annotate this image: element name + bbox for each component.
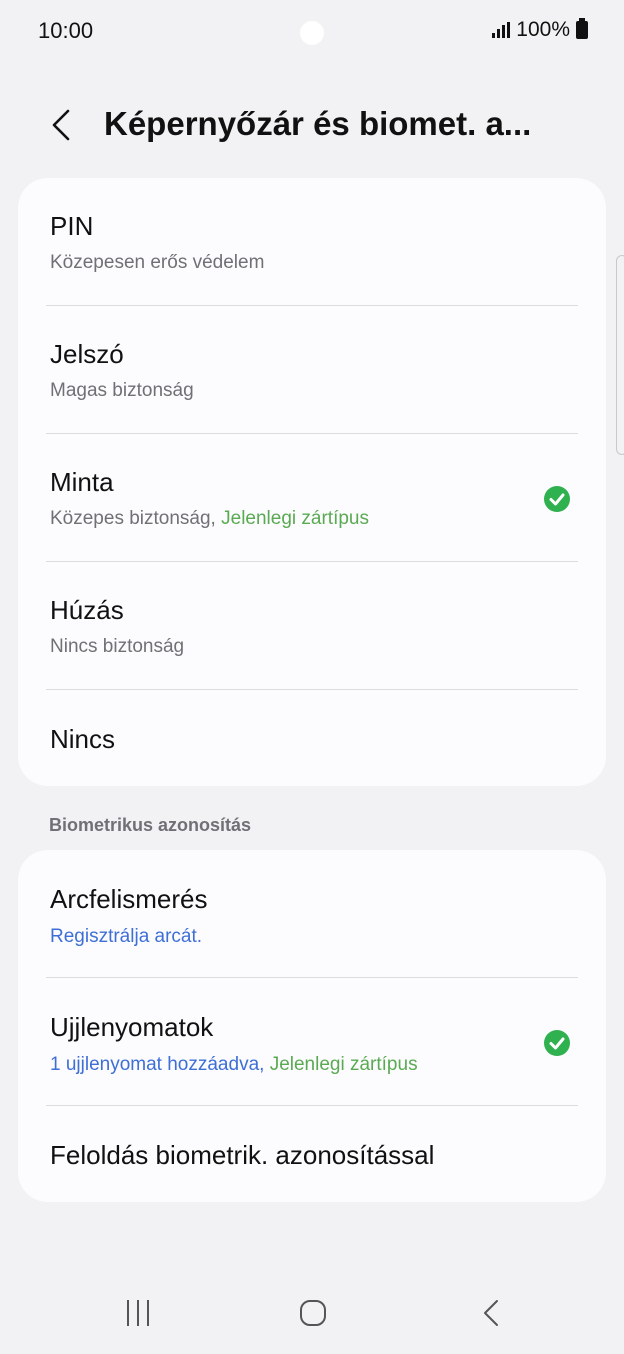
lock-type-title: Húzás: [50, 595, 124, 625]
subtitle-main: Közepes biztonság,: [50, 508, 216, 529]
chevron-left-icon: [52, 109, 70, 141]
back-button[interactable]: [44, 105, 84, 145]
status-time: 10:00: [38, 18, 94, 43]
biometric-unlock-setting[interactable]: Feloldás biometrik. azonosítással: [18, 1106, 606, 1202]
check-circle-icon: [544, 1030, 570, 1056]
check-circle-icon: [544, 486, 570, 512]
camera-cutout: [300, 21, 324, 45]
lock-type-none[interactable]: Nincs: [18, 690, 606, 786]
biometric-title: Arcfelismerés: [50, 884, 208, 914]
lock-type-pattern[interactable]: Minta Közepes biztonság, Jelenlegi zártí…: [18, 434, 606, 562]
biometric-subtitle: 1 ujjlenyomat hozzáadva, Jelenlegi zártí…: [50, 1054, 418, 1076]
lock-type-subtitle: Közepesen erős védelem: [50, 252, 265, 273]
battery-icon: [576, 18, 588, 39]
recent-apps-icon[interactable]: [127, 1300, 149, 1326]
biometric-subtitle: Regisztrálja arcát.: [50, 926, 203, 947]
lock-type-subtitle: Magas biztonság: [50, 380, 194, 401]
signal-icon: [492, 22, 511, 38]
lock-type-subtitle: Közepes biztonság, Jelenlegi zártípus: [50, 508, 369, 530]
current-lock-label: Jelenlegi zártípus: [269, 1054, 418, 1075]
biometric-face-recognition[interactable]: Arcfelismerés Regisztrálja arcát.: [18, 850, 606, 978]
lock-type-password[interactable]: Jelszó Magas biztonság: [18, 306, 606, 434]
subtitle-main: 1 ujjlenyomat hozzáadva,: [50, 1054, 265, 1075]
lock-type-title: PIN: [50, 211, 94, 241]
lock-type-swipe[interactable]: Húzás Nincs biztonság: [18, 562, 606, 690]
lock-type-pin[interactable]: PIN Közepesen erős védelem: [18, 178, 606, 306]
page-header: Képernyőzár és biomet. a...: [0, 95, 624, 155]
battery-percent: 100%: [516, 18, 570, 41]
lock-type-title: Jelszó: [50, 339, 124, 369]
biometric-title: Feloldás biometrik. azonosítással: [50, 1140, 435, 1170]
biometrics-card: Arcfelismerés Regisztrálja arcát. Ujjlen…: [18, 850, 606, 1202]
lock-type-title: Nincs: [50, 724, 116, 754]
lock-type-title: Minta: [50, 467, 114, 497]
current-lock-label: Jelenlegi zártípus: [221, 508, 369, 529]
biometric-fingerprints[interactable]: Ujjlenyomatok 1 ujjlenyomat hozzáadva, J…: [18, 978, 606, 1106]
home-icon[interactable]: [300, 1300, 326, 1326]
lock-type-subtitle: Nincs biztonság: [50, 636, 185, 657]
biometric-title: Ujjlenyomatok: [50, 1012, 214, 1042]
scrollbar[interactable]: [616, 255, 624, 455]
section-label-biometrics: Biometrikus azonosítás: [49, 815, 252, 835]
status-bar: 10:00 100%: [0, 0, 624, 66]
navigation-bar: [0, 1280, 624, 1354]
lock-type-card: PIN Közepesen erős védelem Jelszó Magas …: [18, 178, 606, 786]
page-title: Képernyőzár és biomet. a...: [104, 105, 532, 142]
back-icon[interactable]: [478, 1298, 508, 1328]
status-right: 100%: [492, 18, 588, 42]
